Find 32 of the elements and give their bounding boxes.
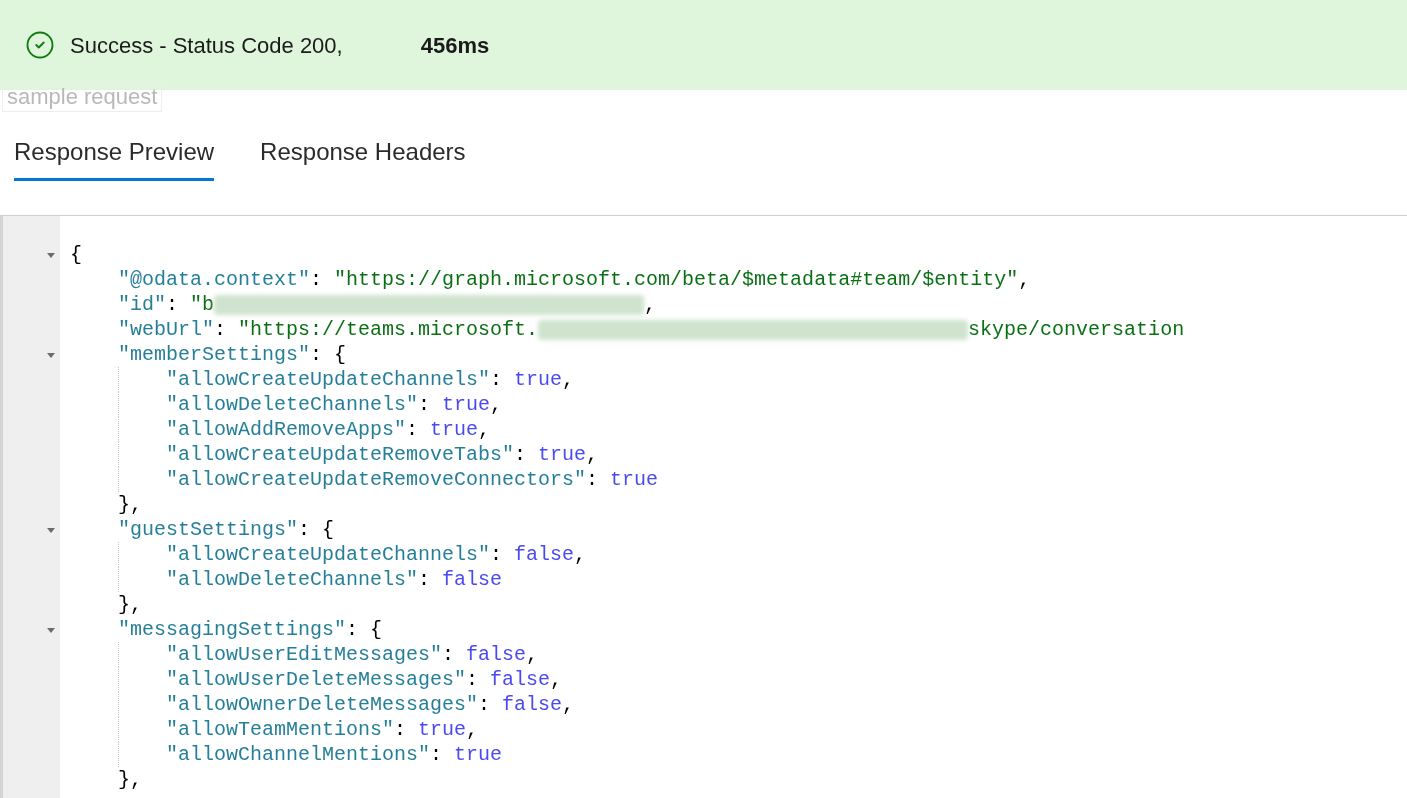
json-boolean: true bbox=[454, 741, 503, 768]
json-punctuation: { bbox=[70, 241, 82, 268]
json-boolean: false bbox=[466, 641, 527, 668]
json-punctuation: }, bbox=[118, 766, 142, 793]
json-boolean: false bbox=[490, 666, 551, 693]
json-punctuation: , bbox=[526, 641, 539, 668]
response-tab[interactable]: Response Preview bbox=[14, 126, 215, 181]
json-punctuation: : bbox=[478, 691, 491, 718]
json-boolean: false bbox=[514, 541, 575, 568]
json-punctuation: : bbox=[490, 541, 503, 568]
json-punctuation: : bbox=[430, 741, 443, 768]
json-punctuation: , bbox=[574, 541, 587, 568]
json-boolean: false bbox=[502, 691, 563, 718]
json-punctuation: : bbox=[586, 466, 599, 493]
status-message: Success - Status Code 200, bbox=[70, 31, 343, 60]
success-check-icon bbox=[25, 30, 55, 60]
json-string: "https://graph.microsoft.com/beta/$metadata#team/$entity" bbox=[334, 266, 1019, 293]
json-punctuation: , bbox=[1018, 266, 1031, 293]
json-punctuation: , bbox=[490, 391, 503, 418]
json-string: skype/conversation bbox=[968, 316, 1185, 343]
json-punctuation: , bbox=[644, 291, 657, 318]
json-punctuation: , bbox=[550, 666, 563, 693]
json-punctuation: , bbox=[562, 366, 575, 393]
response-tab[interactable]: Response Headers bbox=[260, 126, 466, 181]
json-punctuation: : bbox=[310, 266, 323, 293]
response-duration: 456ms bbox=[420, 31, 490, 60]
json-boolean: true bbox=[610, 466, 659, 493]
json-punctuation: : bbox=[490, 366, 503, 393]
json-punctuation: , bbox=[562, 691, 575, 718]
ghost-label: sample request bbox=[2, 82, 163, 112]
json-boolean: true bbox=[514, 366, 563, 393]
json-punctuation: , bbox=[586, 441, 599, 468]
